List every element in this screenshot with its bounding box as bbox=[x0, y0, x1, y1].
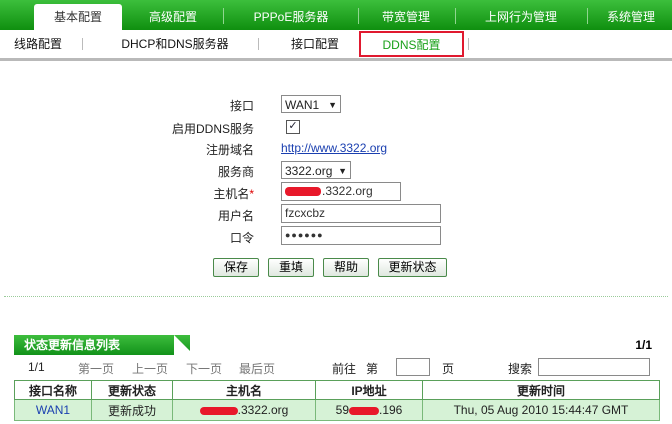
register-domain-link[interactable]: http://www.3322.org bbox=[281, 141, 387, 155]
column-header-status[interactable]: 更新状态 bbox=[91, 380, 173, 400]
table-row[interactable]: WAN1 更新成功 .3322.org 59 .196 Thu, 05 Aug 2… bbox=[14, 399, 660, 421]
nav-divider bbox=[587, 8, 588, 24]
subtab-interface-config[interactable]: 接口配置 bbox=[270, 30, 360, 58]
subtab-ddns-config[interactable]: DDNS配置 bbox=[359, 31, 464, 57]
status-list-header: 状态更新信息列表 1/1 bbox=[14, 335, 660, 355]
status-table: 接口名称 更新状态 主机名 IP地址 更新时间 WAN1 更新成功 .3322.… bbox=[14, 380, 660, 421]
interface-label: 接口 bbox=[229, 99, 254, 113]
subtab-dhcp-dns[interactable]: DHCP和DNS服务器 bbox=[100, 30, 250, 58]
table-header-row: 接口名称 更新状态 主机名 IP地址 更新时间 bbox=[14, 380, 660, 400]
subtab-line-config[interactable]: 线路配置 bbox=[0, 30, 76, 58]
cell-ip-suffix: .196 bbox=[379, 403, 403, 417]
tab-behavior-mgmt[interactable]: 上网行为管理 bbox=[458, 4, 584, 30]
tab-system-mgmt[interactable]: 系统管理 bbox=[590, 4, 672, 30]
chevron-down-icon: ▼ bbox=[338, 166, 347, 176]
page-suffix-label: 页 bbox=[442, 362, 455, 376]
hostname-label: 主机名* bbox=[134, 185, 254, 202]
status-list-count: 1/1 bbox=[635, 338, 652, 352]
hostname-label-text: 主机名 bbox=[213, 187, 250, 201]
username-label: 用户名 bbox=[217, 209, 254, 223]
section-divider bbox=[4, 296, 668, 297]
reset-button[interactable]: 重填 bbox=[268, 258, 314, 277]
cell-time: Thu, 05 Aug 2010 15:44:47 GMT bbox=[422, 399, 660, 421]
provider-select-value: 3322.org bbox=[285, 164, 333, 178]
page-prefix-label: 第 bbox=[366, 362, 379, 376]
hostname-input-value: .3322.org bbox=[322, 184, 373, 198]
password-label: 口令 bbox=[229, 231, 254, 245]
hostname-input[interactable]: .3322.org bbox=[281, 182, 401, 201]
tab-basic-config[interactable]: 基本配置 bbox=[34, 4, 122, 30]
tab-advanced-config[interactable]: 高级配置 bbox=[126, 4, 220, 30]
interface-select-value: WAN1 bbox=[285, 98, 320, 112]
page-number-input[interactable] bbox=[396, 358, 430, 376]
column-header-hostname[interactable]: 主机名 bbox=[172, 380, 316, 400]
password-input[interactable]: ●●●●●● bbox=[281, 226, 441, 245]
refresh-status-button[interactable]: 更新状态 bbox=[378, 258, 447, 277]
cell-status: 更新成功 bbox=[91, 399, 173, 421]
last-page-link[interactable]: 最后页 bbox=[239, 360, 275, 377]
interface-select[interactable]: WAN1 ▼ bbox=[281, 95, 341, 113]
cell-ip: 59 .196 bbox=[315, 399, 423, 421]
prev-page-link[interactable]: 上一页 bbox=[132, 360, 168, 377]
cell-interface[interactable]: WAN1 bbox=[14, 399, 92, 421]
username-input[interactable]: fzcxcbz bbox=[281, 204, 441, 223]
redacted-mark bbox=[349, 406, 379, 415]
enable-ddns-label: 启用DDNS服务 bbox=[171, 122, 254, 136]
provider-label: 服务商 bbox=[217, 165, 254, 179]
search-label: 搜索 bbox=[508, 362, 533, 376]
chevron-down-icon: ▼ bbox=[328, 100, 337, 110]
tab-bandwidth[interactable]: 带宽管理 bbox=[360, 4, 452, 30]
help-button[interactable]: 帮助 bbox=[323, 258, 369, 277]
cell-ip-prefix: 59 bbox=[335, 403, 349, 417]
provider-select[interactable]: 3322.org ▼ bbox=[281, 161, 351, 179]
column-header-ip[interactable]: IP地址 bbox=[315, 380, 423, 400]
tab-pppoe-server[interactable]: PPPoE服务器 bbox=[226, 4, 356, 30]
page-indicator: 1/1 bbox=[28, 360, 45, 374]
nav-divider bbox=[358, 8, 359, 24]
first-page-link[interactable]: 第一页 bbox=[78, 360, 114, 377]
subnav-divider bbox=[468, 38, 469, 50]
required-marker: * bbox=[249, 187, 254, 201]
next-page-link[interactable]: 下一页 bbox=[186, 360, 222, 377]
redacted-mark bbox=[199, 406, 238, 415]
status-list-header-tail bbox=[190, 335, 660, 355]
top-nav: 基本配置 高级配置 PPPoE服务器 带宽管理 上网行为管理 系统管理 bbox=[0, 0, 672, 30]
pager: 1/1 第一页 上一页 下一页 最后页 前往 第 页 搜索 bbox=[14, 356, 660, 378]
subnav-divider bbox=[82, 38, 83, 50]
cell-hostname-text: .3322.org bbox=[237, 403, 289, 417]
enable-ddns-checkbox[interactable]: ✓ bbox=[286, 120, 300, 134]
column-header-interface[interactable]: 接口名称 bbox=[14, 380, 92, 400]
sub-nav: 线路配置 DHCP和DNS服务器 接口配置 DDNS配置 bbox=[0, 30, 672, 61]
cell-hostname: .3322.org bbox=[172, 399, 316, 421]
status-list-title: 状态更新信息列表 bbox=[24, 338, 121, 352]
redacted-mark bbox=[285, 187, 321, 197]
search-input[interactable] bbox=[538, 358, 650, 376]
register-domain-label: 注册域名 bbox=[205, 143, 254, 157]
subnav-divider bbox=[258, 38, 259, 50]
nav-divider bbox=[455, 8, 456, 24]
nav-divider bbox=[223, 8, 224, 24]
goto-label: 前往 bbox=[332, 362, 357, 376]
column-header-time[interactable]: 更新时间 bbox=[422, 380, 660, 400]
save-button[interactable]: 保存 bbox=[213, 258, 259, 277]
